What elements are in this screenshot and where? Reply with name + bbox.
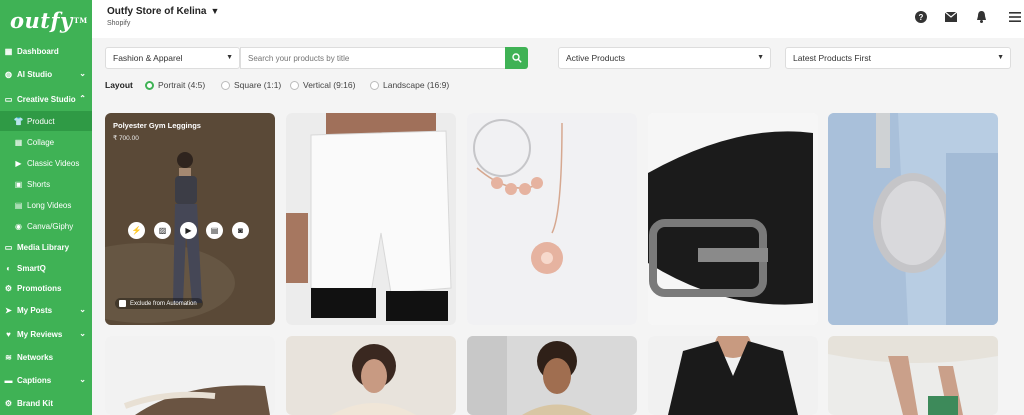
heart-icon: ♥ [6, 329, 11, 339]
product-image [828, 113, 998, 325]
search-input[interactable] [240, 47, 506, 69]
mail-icon[interactable] [944, 10, 957, 23]
radio-icon [221, 80, 230, 90]
sidebar-item-smartq[interactable]: ◐ SmartQ [0, 258, 92, 278]
media-library-icon: ▭ [4, 242, 13, 252]
product-card[interactable] [828, 336, 998, 415]
sidebar-item-brand-kit[interactable]: ⚙ Brand Kit [0, 393, 92, 413]
chevron-down-icon: ⌄ [79, 329, 86, 338]
product-image [286, 336, 456, 415]
help-icon[interactable]: ? [914, 10, 927, 23]
film-icon[interactable]: ▤ [206, 222, 223, 239]
promotions-icon: ⚙ [4, 283, 13, 293]
top-header: Outfy Store of Kelina ▼ Shopify ? [92, 0, 1024, 38]
radio-selected-icon [145, 80, 154, 90]
video-icon: ▤ [14, 200, 23, 210]
bell-icon[interactable] [975, 10, 988, 23]
category-select[interactable]: Fashion & Apparel ▼ [105, 47, 240, 69]
product-image [467, 336, 637, 415]
smartq-icon: ◐ [6, 263, 11, 273]
product-image [286, 113, 456, 325]
sidebar-item-creative-studio[interactable]: ▭ Creative Studio ⌃ [0, 89, 92, 109]
posts-icon: ➤ [5, 305, 12, 315]
layout-option-portrait[interactable]: Portrait (4:5) [145, 80, 205, 90]
product-image [828, 336, 998, 415]
product-image [648, 336, 818, 415]
chevron-down-icon: ⌄ [79, 375, 86, 384]
product-card[interactable] [286, 113, 456, 325]
canva-icon: ◉ [15, 221, 22, 231]
dashboard-icon: ▦ [4, 46, 13, 56]
exclude-automation-checkbox[interactable]: Exclude from Automation [115, 298, 203, 309]
menu-icon[interactable] [1008, 10, 1021, 23]
collage-icon: ▦ [14, 137, 23, 147]
product-card[interactable] [286, 336, 456, 415]
status-select[interactable]: Active Products ▼ [558, 47, 771, 69]
product-card[interactable] [105, 336, 275, 415]
sidebar-item-networks[interactable]: ≋ Networks [0, 347, 92, 367]
checkbox-icon [119, 300, 126, 307]
sidebar-item-classic-videos[interactable]: ▶ Classic Videos [0, 153, 92, 173]
radio-icon [290, 80, 299, 90]
sidebar-item-canva-giphy[interactable]: ◉ Canva/Giphy [0, 216, 92, 236]
product-card[interactable] [467, 113, 637, 325]
product-card[interactable] [648, 336, 818, 415]
sidebar-item-ai-studio[interactable]: ◍ AI Studio ⌄ [0, 64, 92, 84]
svg-text:?: ? [918, 13, 923, 22]
product-title: Polyester Gym Leggings [113, 121, 201, 130]
layout-option-vertical[interactable]: Vertical (9:16) [290, 80, 355, 90]
caret-down-icon: ▼ [997, 54, 1004, 61]
sidebar-item-my-reviews[interactable]: ♥ My Reviews ⌄ [0, 324, 92, 344]
product-card[interactable] [467, 336, 637, 415]
captions-icon: ▬ [4, 375, 13, 385]
sidebar-item-shorts[interactable]: ▣ Shorts [0, 174, 92, 194]
sidebar-item-dashboard[interactable]: ▦ Dashboard [0, 41, 92, 61]
layout-option-landscape[interactable]: Landscape (16:9) [370, 80, 449, 90]
camera-icon[interactable]: ◙ [232, 222, 249, 239]
chevron-down-icon: ⌄ [79, 69, 86, 78]
product-card[interactable]: Polyester Gym Leggings ₹ 700.00 ⚡ ▨ ▶ ▤ … [105, 113, 275, 325]
sidebar-item-captions[interactable]: ▬ Captions ⌄ [0, 370, 92, 390]
play-icon[interactable]: ▶ [180, 222, 197, 239]
product-image [105, 113, 275, 325]
sidebar-item-product[interactable]: 👕 Product [0, 111, 92, 131]
logo[interactable]: outfy TM [0, 0, 92, 40]
product-card[interactable] [828, 113, 998, 325]
sort-select[interactable]: Latest Products First ▼ [785, 47, 1011, 69]
layout-label: Layout [105, 80, 133, 90]
product-image [467, 113, 637, 325]
caret-down-icon: ▼ [757, 54, 764, 61]
wifi-icon: ≋ [5, 352, 12, 362]
search-icon [511, 53, 522, 63]
creative-studio-icon: ▭ [4, 94, 13, 104]
sidebar-item-my-posts[interactable]: ➤ My Posts ⌄ [0, 300, 92, 320]
search-button[interactable] [505, 47, 528, 69]
lightning-icon[interactable]: ⚡ [128, 222, 145, 239]
ai-studio-icon: ◍ [5, 69, 12, 79]
shirt-icon: 👕 [13, 116, 24, 126]
sidebar-item-collage[interactable]: ▦ Collage [0, 132, 92, 152]
caret-down-icon: ▼ [226, 54, 233, 61]
sidebar: outfy TM ▦ Dashboard ◍ AI Studio ⌄ ▭ Creative… [0, 0, 92, 415]
product-price: ₹ 700.00 [113, 135, 139, 142]
brand-kit-icon: ⚙ [4, 398, 13, 408]
caret-down-icon: ▼ [210, 6, 220, 16]
sidebar-item-media-library[interactable]: ▭ Media Library [0, 237, 92, 257]
chevron-down-icon: ⌄ [79, 305, 86, 314]
product-image [105, 336, 275, 415]
sidebar-item-promotions[interactable]: ⚙ Promotions [0, 278, 92, 298]
store-platform: Shopify [107, 20, 131, 27]
image-icon[interactable]: ▨ [154, 222, 171, 239]
store-switcher[interactable]: Outfy Store of Kelina ▼ [107, 6, 219, 17]
radio-icon [370, 80, 379, 90]
layout-option-square[interactable]: Square (1:1) [221, 80, 281, 90]
product-image [648, 113, 818, 325]
play-icon: ▶ [15, 158, 22, 168]
product-card[interactable] [648, 113, 818, 325]
chevron-up-icon: ⌃ [79, 94, 86, 103]
sidebar-item-long-videos[interactable]: ▤ Long Videos [0, 195, 92, 215]
app-root: outfy TM ▦ Dashboard ◍ AI Studio ⌄ ▭ Creative… [0, 0, 1024, 415]
shorts-icon: ▣ [14, 179, 23, 189]
